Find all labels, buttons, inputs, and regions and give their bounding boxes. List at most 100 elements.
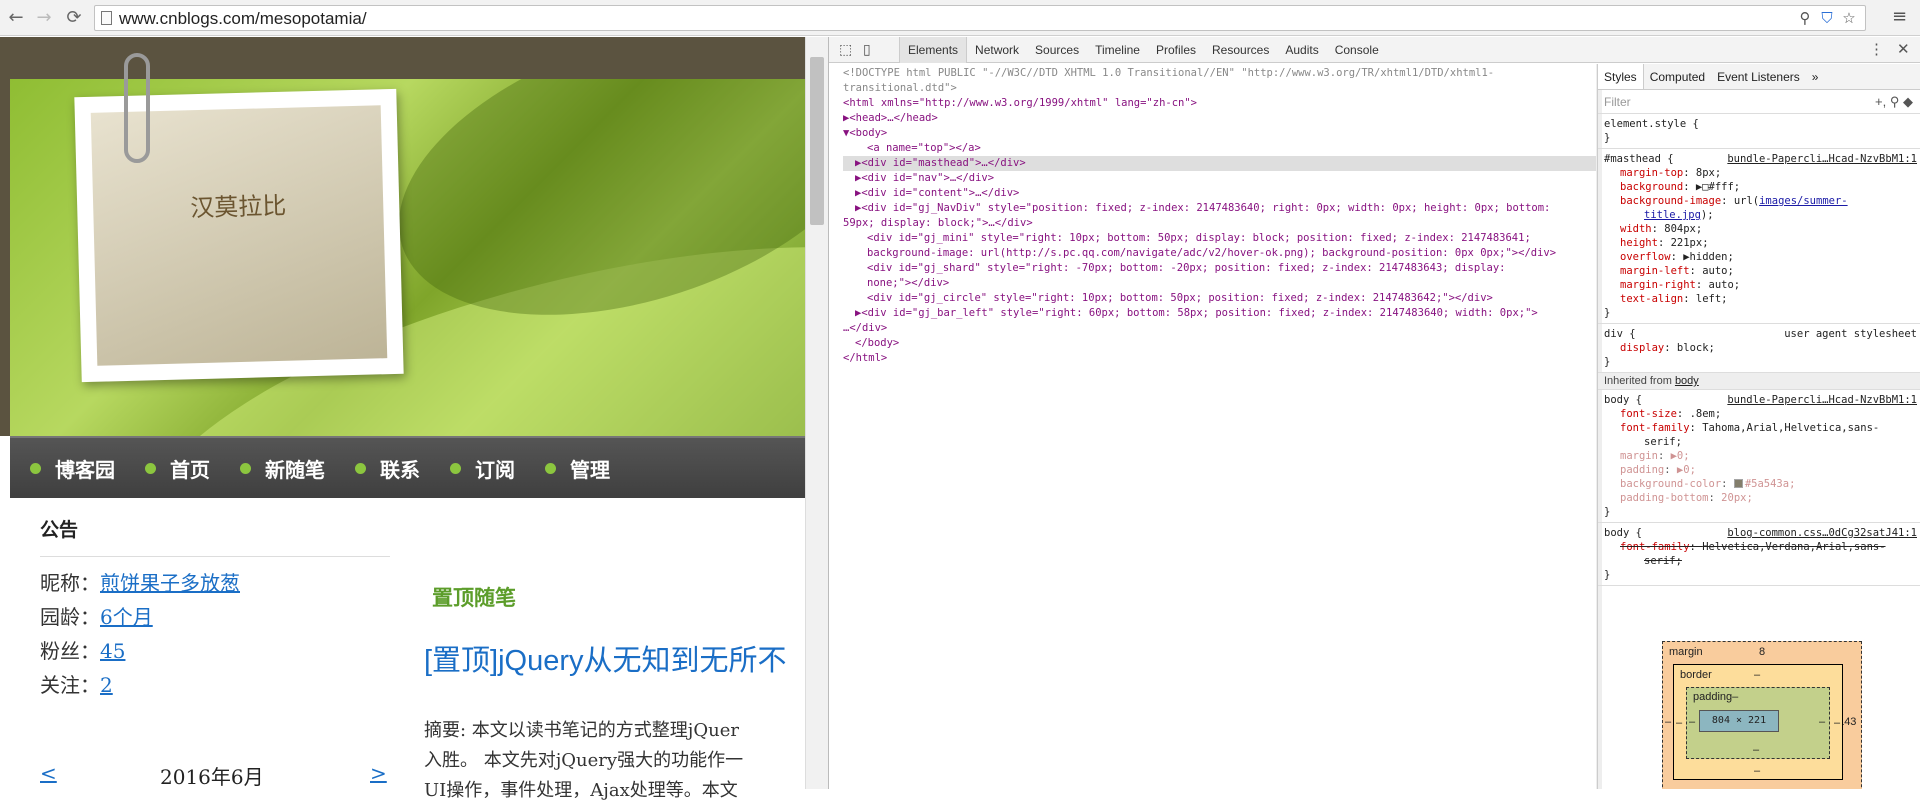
dom-html-close[interactable]: </html> xyxy=(843,351,1596,366)
dom-doctype-cont[interactable]: transitional.dtd"> xyxy=(843,81,1596,96)
dom-body[interactable]: ▼<body> xyxy=(843,126,1596,141)
tab-timeline[interactable]: Timeline xyxy=(1087,37,1148,63)
menu-icon[interactable]: ≡ xyxy=(1892,6,1907,27)
css-prop-inactive[interactable]: padding: ▶0; xyxy=(1604,463,1915,477)
post-title-link[interactable]: [置顶]jQuery从无知到无所不 xyxy=(424,637,787,679)
css-prop-inactive[interactable]: padding-bottom: 20px; xyxy=(1604,491,1915,505)
star-icon[interactable]: ☆ xyxy=(1839,9,1859,27)
dom-body-close[interactable]: </body> xyxy=(843,336,1596,351)
more-options-icon[interactable]: ⋮ xyxy=(1869,40,1884,58)
css-prop[interactable]: background: ▶□#fff; xyxy=(1604,180,1915,194)
pinned-heading: 置顶随笔 xyxy=(432,585,516,610)
css-prop[interactable]: height: 221px; xyxy=(1604,236,1915,250)
css-prop[interactable]: margin-left: auto; xyxy=(1604,264,1915,278)
zoom-icon[interactable]: ⚲ xyxy=(1795,9,1815,27)
nav-item-subscribe[interactable]: 订阅 xyxy=(450,454,515,483)
stat-following: 关注：2 xyxy=(40,673,113,697)
forward-arrow-icon[interactable]: → xyxy=(32,6,56,30)
dom-gj-navdiv[interactable]: ▶<div id="gj_NavDiv" style="position: fi… xyxy=(843,201,1596,216)
rule-source-link[interactable]: bundle-Papercli…Hcad-NzvBbM1:1 xyxy=(1727,393,1917,407)
tab-sources[interactable]: Sources xyxy=(1027,37,1087,63)
blog-nav: 博客园 首页 新随笔 联系 订阅 管理 xyxy=(10,436,805,498)
image-url-link[interactable]: images/summer- xyxy=(1759,195,1848,207)
box-model-border[interactable]: border – – – – padding– – – – 804 × 221 xyxy=(1673,664,1843,780)
tab-console[interactable]: Console xyxy=(1327,37,1387,63)
css-prop-inactive[interactable]: margin: ▶0; xyxy=(1604,449,1915,463)
inherited-from-header: Inherited from body xyxy=(1598,373,1920,390)
bullet-icon xyxy=(240,463,251,474)
dom-html[interactable]: <html xmlns="http://www.w3.org/1999/xhtm… xyxy=(843,96,1596,111)
styles-filter-input[interactable]: Filter +, ⚲ ◆ xyxy=(1598,90,1920,114)
nav-item-cnblogs[interactable]: 博客园 xyxy=(30,454,115,483)
rule-source-ua: user agent stylesheet xyxy=(1784,328,1917,340)
tab-more[interactable]: » xyxy=(1806,64,1825,89)
shield-icon[interactable]: ⛉ xyxy=(1817,9,1837,27)
rule-body-1[interactable]: body { bundle-Papercli…Hcad-NzvBbM1:1 fo… xyxy=(1598,390,1920,523)
css-prop[interactable]: width: 804px; xyxy=(1604,222,1915,236)
nickname-link[interactable]: 煎饼果子多放葱 xyxy=(100,571,240,595)
dom-nav[interactable]: ▶<div id="nav">…</div> xyxy=(843,171,1596,186)
rule-source-link[interactable]: blog-common.css…0dCg32satJ41:1 xyxy=(1727,526,1917,540)
close-icon[interactable]: ✕ xyxy=(1897,40,1910,58)
device-mode-icon[interactable]: ▯ xyxy=(863,41,871,58)
dom-gj-shard[interactable]: <div id="gj_shard" style="right: -70px; … xyxy=(843,261,1596,276)
bullet-icon xyxy=(355,463,366,474)
dom-doctype[interactable]: <!DOCTYPE html PUBLIC "-//W3C//DTD XHTML… xyxy=(843,66,1596,81)
url-text[interactable]: www.cnblogs.com/mesopotamia/ xyxy=(119,9,367,29)
post-summary: 摘要: 本文以读书笔记的方式整理jQuer 入胜。 本文先对jQuery强大的功… xyxy=(424,720,744,801)
nav-item-new-post[interactable]: 新随笔 xyxy=(240,454,325,483)
css-prop[interactable]: overflow: ▶hidden; xyxy=(1604,250,1915,264)
nav-item-admin[interactable]: 管理 xyxy=(545,454,610,483)
tab-profiles[interactable]: Profiles xyxy=(1148,37,1204,63)
page-scroll-thumb[interactable] xyxy=(810,57,824,225)
sidebar: 公告 昵称：煎饼果子多放葱 园龄：6个月 粉丝：45 关注：2 < 2016年6… xyxy=(40,515,390,789)
blog-title[interactable]: 汉莫拉比 xyxy=(93,183,384,226)
tab-audits[interactable]: Audits xyxy=(1277,37,1326,63)
followers-link[interactable]: 45 xyxy=(100,639,125,663)
tab-styles[interactable]: Styles xyxy=(1598,64,1644,89)
reload-icon[interactable]: ⟳ xyxy=(62,6,86,30)
css-prop[interactable]: display: block; xyxy=(1604,341,1915,355)
dom-gj-bar-left[interactable]: ▶<div id="gj_bar_left" style="right: 60p… xyxy=(843,306,1596,321)
rule-element-style[interactable]: element.style { } xyxy=(1598,114,1920,149)
nav-item-home[interactable]: 首页 xyxy=(145,454,210,483)
box-model-content[interactable]: 804 × 221 xyxy=(1699,710,1779,732)
nav-item-contact[interactable]: 联系 xyxy=(355,454,420,483)
calendar-prev-link[interactable]: < xyxy=(40,761,57,785)
dom-gj-mini[interactable]: <div id="gj_mini" style="right: 10px; bo… xyxy=(843,231,1596,246)
css-prop[interactable]: font-family: Tahoma,Arial,Helvetica,sans… xyxy=(1604,421,1915,435)
css-prop[interactable]: font-size: .8em; xyxy=(1604,407,1915,421)
rule-div-ua[interactable]: div { user agent stylesheet display: blo… xyxy=(1598,324,1920,373)
rule-masthead[interactable]: #masthead { bundle-Papercli…Hcad-NzvBbM1… xyxy=(1598,149,1920,324)
inspect-icon[interactable]: ⬚ xyxy=(839,41,852,58)
css-prop[interactable]: margin-right: auto; xyxy=(1604,278,1915,292)
inherited-body-link[interactable]: body xyxy=(1675,375,1699,387)
css-prop-overridden[interactable]: font-family: Helvetica,Verdana,Arial,san… xyxy=(1604,540,1915,554)
address-bar[interactable]: www.cnblogs.com/mesopotamia/ ⚲ ⛉ ☆ xyxy=(94,5,1866,31)
dom-gj-circle[interactable]: <div id="gj_circle" style="right: 10px; … xyxy=(843,291,1596,306)
dom-masthead[interactable]: ▶<div id="masthead">…</div> xyxy=(843,156,1596,171)
css-prop[interactable]: text-align: left; xyxy=(1604,292,1915,306)
rule-body-2[interactable]: body { blog-common.css…0dCg32satJ41:1 fo… xyxy=(1598,523,1920,586)
dom-content[interactable]: ▶<div id="content">…</div> xyxy=(843,186,1596,201)
tab-elements[interactable]: Elements xyxy=(899,37,968,63)
color-swatch[interactable] xyxy=(1733,479,1743,488)
css-prop-inactive[interactable]: background-color: #5a543a; xyxy=(1604,477,1915,491)
page-scrollbar[interactable] xyxy=(805,37,828,789)
rule-source-link[interactable]: bundle-Papercli…Hcad-NzvBbM1:1 xyxy=(1727,152,1917,166)
dom-head[interactable]: ▶<head>…</head> xyxy=(843,111,1596,126)
css-prop[interactable]: margin-top: 8px; xyxy=(1604,166,1915,180)
age-link[interactable]: 6个月 xyxy=(100,605,153,629)
tab-network[interactable]: Network xyxy=(967,37,1027,63)
following-link[interactable]: 2 xyxy=(100,673,113,697)
new-rule-icon[interactable]: +, ⚲ ◆ xyxy=(1875,90,1913,114)
tab-resources[interactable]: Resources xyxy=(1204,37,1277,63)
css-prop[interactable]: background-image: url(images/summer- xyxy=(1604,194,1915,208)
box-model-margin[interactable]: margin 8 – -485.143 – border – – – – pad… xyxy=(1662,641,1862,789)
calendar-next-link[interactable]: > xyxy=(370,761,387,785)
dom-a-top[interactable]: <a name="top"></a> xyxy=(843,141,1596,156)
tab-computed[interactable]: Computed xyxy=(1644,64,1711,89)
back-arrow-icon[interactable]: ← xyxy=(4,6,28,30)
box-model-padding[interactable]: padding– – – – 804 × 221 xyxy=(1686,687,1830,759)
tab-event-listeners[interactable]: Event Listeners xyxy=(1711,64,1806,89)
